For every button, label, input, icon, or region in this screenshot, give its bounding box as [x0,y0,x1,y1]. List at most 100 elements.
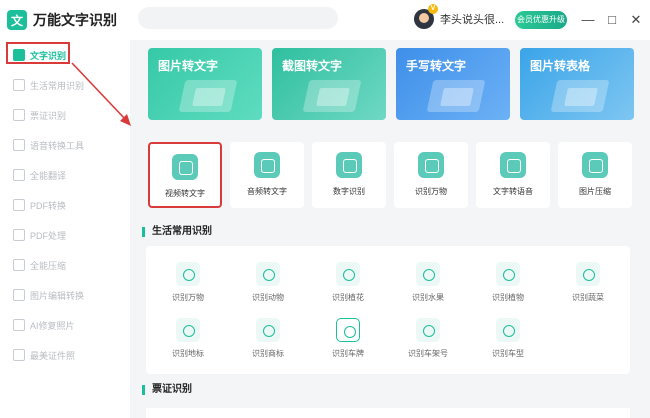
sidebar-item-id-photo[interactable]: 最美证件照 [0,342,130,368]
landmark-icon [176,318,200,342]
banner-handwriting-to-text[interactable]: 手写转文字 [396,48,510,120]
tool-label: 音频转文字 [247,187,287,196]
pdf-icon [13,199,25,211]
sidebar-item-label: PDF处理 [30,230,67,241]
sidebar-item-life-recognition[interactable]: 生活常用识别 [0,72,130,98]
sidebar: 文字识别 生活常用识别 票证识别 语音转换工具 全能翻译 PDF转换 PDF处理… [0,40,130,418]
eye-scan-icon [418,152,444,178]
translate-icon [13,169,25,181]
sidebar-item-label: 全能压缩 [30,260,67,271]
user-account[interactable]: 李头说头很... [414,9,504,29]
maximize-button[interactable]: □ [604,12,620,28]
tool-recognize-anything[interactable]: 识别万物 [394,142,468,208]
banner-image-to-table[interactable]: 图片转表格 [520,48,634,120]
sidebar-item-label: 最美证件照 [30,350,76,361]
compress-icon [13,259,25,271]
voice-icon [13,139,25,151]
life-item-label: 识别车架号 [408,349,448,358]
sidebar-item-ticket-recognition[interactable]: 票证识别 [0,102,130,128]
life-item-label: 识别车型 [492,349,524,358]
life-recognition-panel: 识别万物 识别动物 识别植花 识别水果 识别植物 识别蔬菜 识别地标 识别商标 [146,246,630,374]
banner-label: 图片转表格 [530,59,591,73]
life-item-plant[interactable]: 识别植物 [478,262,538,308]
sidebar-item-pdf-process[interactable]: PDF处理 [0,222,130,248]
vin-icon [416,318,440,342]
section-title-tickets: 票证识别 [142,385,192,395]
life-item-trademark[interactable]: 识别商标 [238,318,298,364]
sidebar-item-ai-repair[interactable]: AI修复照片 [0,312,130,338]
sidebar-item-label: 全能翻译 [30,170,67,181]
life-item-label: 识别水果 [412,293,444,302]
tool-label: 识别万物 [415,187,447,196]
image-compress-icon [582,152,608,178]
life-item-vin[interactable]: 识别车架号 [398,318,458,364]
life-item-animal[interactable]: 识别动物 [238,262,298,308]
life-item-label: 识别车牌 [332,349,364,358]
life-item-license-plate[interactable]: 识别车牌 [318,318,378,364]
table-illustration-detail [564,88,598,106]
sidebar-item-translate[interactable]: 全能翻译 [0,162,130,188]
speech-icon [500,152,526,178]
life-item-label: 识别万物 [172,293,204,302]
banner-image-to-text[interactable]: 图片转文字 [148,48,262,120]
video-text-icon [172,154,198,180]
username[interactable]: 李头说头很... [440,11,504,27]
id-photo-icon [13,349,25,361]
section-title-life: 生活常用识别 [142,227,212,237]
life-item-vegetable[interactable]: 识别蔬菜 [558,262,618,308]
minimize-button[interactable]: — [580,12,596,28]
tool-video-to-text[interactable]: 视频转文字 [148,142,222,208]
sidebar-item-image-edit[interactable]: 图片编辑转换 [0,282,130,308]
car-icon [496,318,520,342]
banner-label: 手写转文字 [406,59,467,73]
eye-icon [176,262,200,286]
fruit-icon [416,262,440,286]
animal-icon [256,262,280,286]
ticket-icon [13,109,25,121]
ticket-recognition-panel [146,408,630,418]
image-illustration-detail [192,88,226,106]
tool-text-to-speech[interactable]: 文字转语音 [476,142,550,208]
life-item-label: 识别植物 [492,293,524,302]
sidebar-item-label: 图片编辑转换 [30,290,85,301]
pdf-edit-icon [13,229,25,241]
flower-icon [336,262,360,286]
main-content: 图片转文字 截图转文字 手写转文字 图片转表格 视频转文字 音频转文字 数字识别… [130,40,650,418]
car-plate-icon [336,318,360,342]
life-item-label: 识别植花 [332,293,364,302]
sidebar-item-label: PDF转换 [30,200,67,211]
camera-icon [13,79,25,91]
close-button[interactable]: ✕ [628,12,644,28]
banner-screenshot-to-text[interactable]: 截图转文字 [272,48,386,120]
life-item-car-model[interactable]: 识别车型 [478,318,538,364]
annotation-highlight-box [6,42,70,64]
life-item-flower[interactable]: 识别植花 [318,262,378,308]
tool-label: 图片压缩 [579,187,611,196]
vip-upgrade-button[interactable]: 会员优惠升级 [515,11,567,29]
life-item-label: 识别蔬菜 [572,293,604,302]
search-bar[interactable] [138,7,338,29]
life-item-fruit[interactable]: 识别水果 [398,262,458,308]
handwriting-illustration-detail [440,88,474,106]
sidebar-item-compress[interactable]: 全能压缩 [0,252,130,278]
banner-label: 截图转文字 [282,59,343,73]
tool-audio-to-text[interactable]: 音频转文字 [230,142,304,208]
life-item-label: 识别商标 [252,349,284,358]
tool-number-recognition[interactable]: 数字识别 [312,142,386,208]
trademark-icon [256,318,280,342]
audio-text-icon [254,152,280,178]
screenshot-illustration-detail [316,88,350,106]
life-item-anything[interactable]: 识别万物 [158,262,218,308]
image-edit-icon [13,289,25,301]
life-item-label: 识别动物 [252,293,284,302]
tool-label: 文字转语音 [493,187,533,196]
banner-label: 图片转文字 [158,59,219,73]
sidebar-item-label: 生活常用识别 [30,80,85,91]
life-item-landmark[interactable]: 识别地标 [158,318,218,364]
app-title: 万能文字识别 [33,12,117,28]
title-bar: 文 万能文字识别 李头说头很... V 会员优惠升级 — □ ✕ [0,0,650,40]
sidebar-item-pdf-convert[interactable]: PDF转换 [0,192,130,218]
sidebar-item-voice-tools[interactable]: 语音转换工具 [0,132,130,158]
number-scan-icon [336,152,362,178]
tool-image-compress[interactable]: 图片压缩 [558,142,632,208]
